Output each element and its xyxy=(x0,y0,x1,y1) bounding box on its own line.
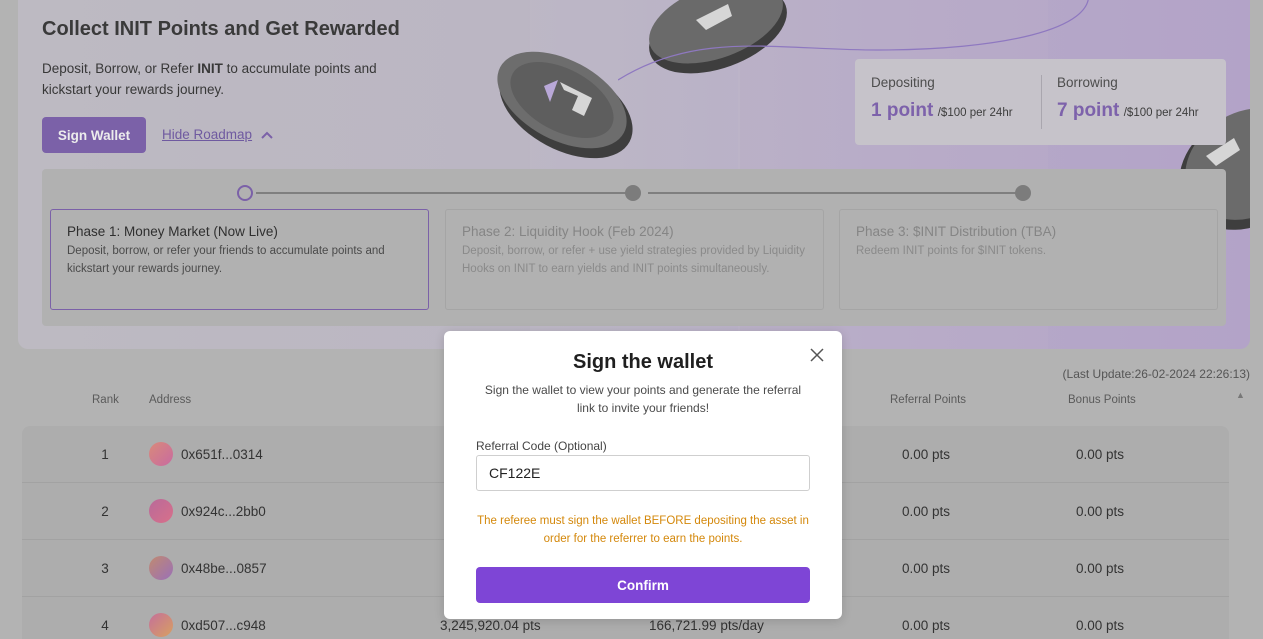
avatar xyxy=(149,556,173,580)
modal-title: Sign the wallet xyxy=(572,351,714,373)
phase-card-3: Phase 3: $INIT Distribution (TBA) Redeem… xyxy=(839,209,1218,310)
last-update-timestamp: (Last Update:26-02-2024 22:26:13) xyxy=(1062,367,1250,381)
column-header-referral: Referral Points xyxy=(890,394,967,406)
bonus-points-cell: 0.00 pts xyxy=(1076,617,1125,633)
referral-points-cell: 0.00 pts xyxy=(902,560,951,576)
address-cell: 0x924c...2bb0 xyxy=(181,503,266,519)
bonus-points-cell: 0.00 pts xyxy=(1076,560,1125,576)
roadmap-track xyxy=(648,192,1022,194)
hide-roadmap-label: Hide Roadmap xyxy=(162,127,253,142)
phase-description: Redeem INIT points for $INIT tokens. xyxy=(856,245,1047,257)
column-header-rank: Rank xyxy=(92,394,119,406)
banner-title: Collect INIT Points and Get Rewarded xyxy=(42,18,400,40)
phase-description: Deposit, borrow, or refer your friends t… xyxy=(67,245,385,275)
close-icon[interactable] xyxy=(809,347,825,363)
address-cell: 0x48be...0857 xyxy=(181,560,267,576)
rank-cell: 2 xyxy=(101,503,109,519)
scroll-up-arrow-icon[interactable]: ▲ xyxy=(1236,390,1245,400)
column-header-bonus: Bonus Points xyxy=(1068,394,1136,406)
rewards-banner: Collect INIT Points and Get Rewarded Dep… xyxy=(18,0,1250,349)
borrowing-stat: Borrowing 7 point /$100 per 24hr xyxy=(1057,75,1199,122)
referral-points-cell: 0.00 pts xyxy=(902,446,951,462)
roadmap-track xyxy=(256,192,632,194)
avatar xyxy=(149,499,173,523)
stat-divider xyxy=(1041,75,1042,129)
confirm-button[interactable]: Confirm xyxy=(476,567,810,603)
avatar xyxy=(149,613,173,637)
borrowing-unit: /$100 per 24hr xyxy=(1123,107,1199,119)
rank-cell: 4 xyxy=(101,617,109,633)
phase-card-2: Phase 2: Liquidity Hook (Feb 2024) Depos… xyxy=(445,209,824,310)
referral-code-input[interactable] xyxy=(476,455,810,491)
points-rate-card: Depositing 1 point /$100 per 24hr Borrow… xyxy=(855,59,1226,145)
roadmap: Phase 1: Money Market (Now Live) Deposit… xyxy=(42,169,1226,326)
depositing-stat: Depositing 1 point /$100 per 24hr xyxy=(871,75,1013,122)
referral-warning: The referee must sign the wallet BEFORE … xyxy=(477,515,809,545)
sign-wallet-button[interactable]: Sign Wallet xyxy=(42,117,146,153)
bonus-points-cell: 0.00 pts xyxy=(1076,503,1125,519)
avatar xyxy=(149,442,173,466)
phase-1-node xyxy=(237,185,253,201)
column-header-address: Address xyxy=(149,394,192,406)
borrowing-value: 7 point xyxy=(1057,100,1120,121)
depositing-unit: /$100 per 24hr xyxy=(937,107,1013,119)
borrowing-label: Borrowing xyxy=(1057,75,1118,90)
modal-description: Sign the wallet to view your points and … xyxy=(484,383,802,415)
rank-cell: 1 xyxy=(101,446,109,462)
referral-points-cell: 0.00 pts xyxy=(902,503,951,519)
phase-title: Phase 1: Money Market (Now Live) xyxy=(67,224,278,239)
address-cell: 0x651f...0314 xyxy=(181,446,263,462)
depositing-label: Depositing xyxy=(871,75,935,90)
referral-points-cell: 0.00 pts xyxy=(902,617,951,633)
phase-2-node xyxy=(625,185,641,201)
phase-title: Phase 3: $INIT Distribution (TBA) xyxy=(856,224,1057,239)
phase-3-node xyxy=(1015,185,1031,201)
phase-title: Phase 2: Liquidity Hook (Feb 2024) xyxy=(462,224,674,239)
phase-description: Deposit, borrow, or refer + use yield st… xyxy=(462,245,805,275)
depositing-value: 1 point xyxy=(871,100,934,121)
bonus-points-cell: 0.00 pts xyxy=(1076,446,1125,462)
chevron-up-icon xyxy=(261,131,273,139)
referral-code-label: Referral Code (Optional) xyxy=(476,439,607,453)
phase-card-1: Phase 1: Money Market (Now Live) Deposit… xyxy=(50,209,429,310)
sign-wallet-modal: Sign the wallet Sign the wallet to view … xyxy=(444,331,842,619)
hide-roadmap-link[interactable]: Hide Roadmap xyxy=(162,127,274,142)
banner-subtitle: Deposit, Borrow, or Refer INIT to accumu… xyxy=(42,61,377,97)
address-cell: 0xd507...c948 xyxy=(181,617,266,633)
rank-cell: 3 xyxy=(101,560,109,576)
